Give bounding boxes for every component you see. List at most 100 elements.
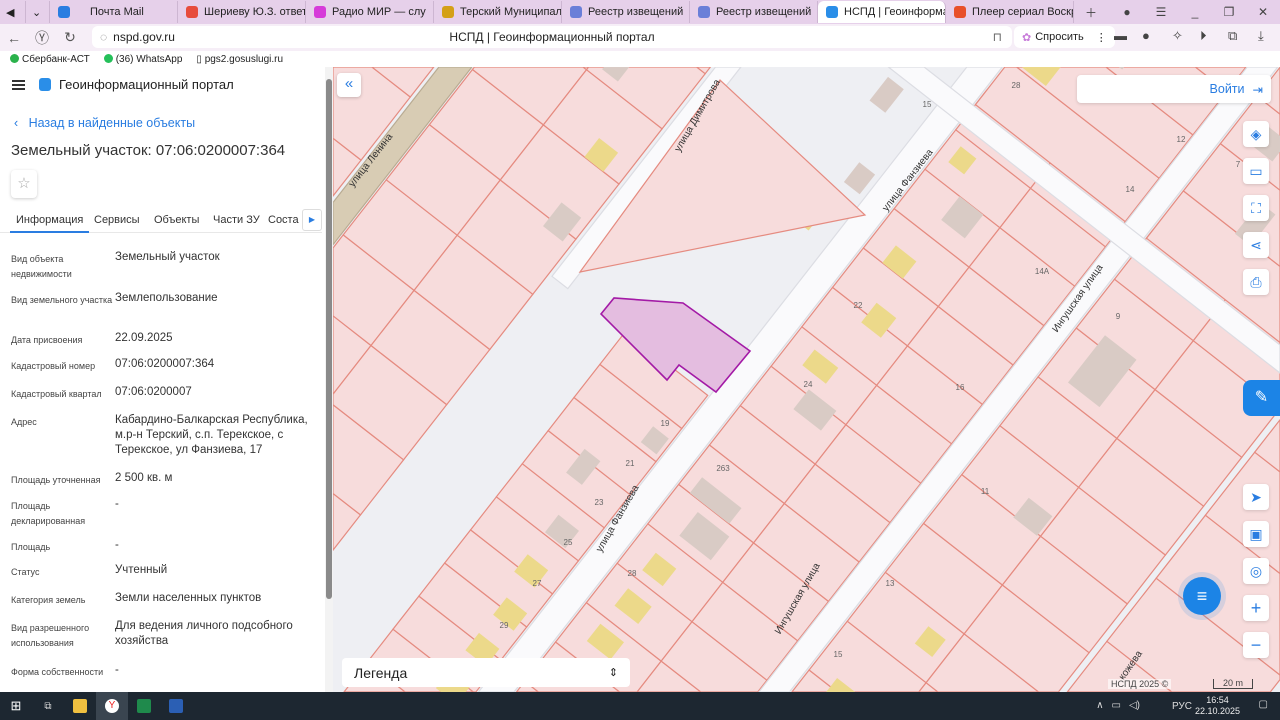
select-area-button[interactable]: ⛶ [1243, 195, 1269, 221]
excel-icon [137, 699, 151, 713]
media-icon[interactable]: ⏵ [1200, 28, 1207, 44]
field-row: Вид земельного участка Землепользование [11, 292, 218, 305]
print-icon: ⎙ [1250, 274, 1262, 290]
network-icon[interactable]: ▭ [1112, 700, 1121, 711]
tab-information[interactable]: Информация [10, 208, 90, 233]
browser-tab-bar: ◀ ⌄ Почта Mail Шериеву Ю.З. ответ на Рад… [0, 0, 1280, 24]
shield-icon: ◌ [100, 30, 108, 44]
info-tabs: Информация Сервисы Объекты Части ЗУ Сост… [0, 208, 322, 233]
browser-tab[interactable]: Почта Mail [50, 1, 178, 23]
favorite-star-icon[interactable]: ☆ [11, 170, 37, 198]
house-number: 14А [1035, 267, 1050, 276]
restore-button[interactable]: ❐ [1212, 5, 1246, 19]
locate-button[interactable]: ➤ [1243, 484, 1269, 510]
word-icon [169, 699, 183, 713]
collapse-panel-button[interactable]: « [337, 73, 361, 97]
house-number: 24 [804, 380, 813, 389]
reload-icon[interactable]: ↻ [56, 29, 84, 46]
tab-audio-icon[interactable]: ◀ [0, 1, 26, 23]
bookmark-icon[interactable]: ⊓ [993, 30, 1002, 44]
excel-button[interactable] [128, 692, 160, 720]
puzzle-icon[interactable]: ✧ [1172, 28, 1183, 44]
more-icon[interactable]: ⋮ [1096, 31, 1107, 44]
feedback-badge-icon[interactable]: ✎ [1243, 380, 1280, 416]
tab-services[interactable]: Сервисы [94, 208, 140, 233]
explorer-button[interactable] [64, 692, 96, 720]
new-tab-button[interactable]: ＋ [1074, 4, 1108, 21]
minimize-button[interactable]: _ [1178, 5, 1212, 19]
ask-button[interactable]: ✿ Спросить ⋮ [1014, 26, 1115, 48]
menu-icon[interactable]: ☰ [1144, 5, 1178, 19]
yandex-browser-icon: Y [105, 699, 119, 713]
scrollbar-thumb[interactable] [326, 79, 332, 599]
back-icon[interactable]: ← [0, 30, 28, 46]
language-indicator[interactable]: РУС [1172, 701, 1192, 712]
browser-tab[interactable]: Радио МИР — слу✕ [306, 1, 434, 23]
chat-button[interactable]: ≡ [1183, 577, 1221, 615]
attribution: НСПД 2025 © [1108, 679, 1172, 689]
field-row: Дата присвоения 22.09.2025 [11, 332, 173, 345]
nspd-icon [826, 6, 838, 18]
mail-icon [58, 6, 70, 18]
print-button[interactable]: ⎙ [1243, 269, 1269, 295]
close-window-button[interactable]: ✕ [1246, 5, 1280, 19]
house-number: 28 [1012, 81, 1021, 90]
pdf-icon [186, 6, 198, 18]
tab-list-chevron-icon[interactable]: ⌄ [26, 1, 50, 23]
browser-tab[interactable]: Шериеву Ю.З. ответ на [178, 1, 306, 23]
extension-icon[interactable]: ▬ [1114, 28, 1127, 43]
minimap-button[interactable]: ▣ [1243, 521, 1269, 547]
cadastral-map[interactable]: 15 28 12 7 14 14А 9 22 16 24 19 21 263 2… [333, 67, 1280, 692]
field-row: Площадь уточненная 2 500 кв. м [11, 472, 173, 485]
task-view-button[interactable]: ⧉ [32, 692, 64, 720]
page-title: Земельный участок: 07:06:0200007:364 [11, 142, 286, 159]
zoom-out-button[interactable]: − [1243, 632, 1269, 658]
sidebar-icon[interactable]: ⧉ [1228, 28, 1237, 44]
browser-tab[interactable]: Реестр извещений [690, 1, 818, 23]
browser-tab[interactable]: Плеер сериал Воскреси [946, 1, 1074, 23]
panel-header: Геоинформационный портал [12, 77, 234, 92]
expand-icon: ⇕ [608, 667, 618, 679]
house-number: 19 [661, 419, 670, 428]
login-button[interactable]: Войти ⇥ [1077, 75, 1271, 103]
bookmark-whatsapp[interactable]: (36) WhatsApp [103, 53, 182, 65]
tab-composition[interactable]: Соста [268, 208, 299, 233]
browser-tab[interactable]: Терский Муниципальны [434, 1, 562, 23]
notifications-icon[interactable]: ▢ [1259, 699, 1268, 710]
clock[interactable]: 16:54 22.10.2025 [1195, 695, 1240, 717]
emblem-icon [442, 6, 454, 18]
start-button[interactable]: ⊞ [0, 692, 32, 720]
browser-tab-active[interactable]: НСПД | Геоинформац✕ [818, 1, 946, 23]
tab-objects[interactable]: Объекты [154, 208, 199, 233]
panel-scrollbar[interactable] [325, 67, 333, 692]
share-button[interactable]: ⋖ [1243, 232, 1269, 258]
volume-icon[interactable]: ◁) [1129, 700, 1140, 711]
browser-tab[interactable]: Реестр извещений [562, 1, 690, 23]
ruler-button[interactable]: ▭ [1243, 158, 1269, 184]
download-icon[interactable]: ⤓ [1258, 28, 1264, 44]
tab-parts[interactable]: Части ЗУ [213, 208, 260, 233]
profile-icon[interactable]: ● [1110, 5, 1144, 19]
yandex-icon[interactable]: Ⓨ [28, 28, 56, 48]
menu-icon[interactable] [12, 79, 25, 90]
bookmark-gosuslugi[interactable]: ▯ pgs2.gosuslugi.ru [196, 54, 283, 65]
house-number: 16 [956, 383, 965, 392]
zoom-in-button[interactable]: + [1243, 595, 1269, 621]
layers-button[interactable]: ◈ [1243, 121, 1269, 147]
field-row: Кадастровый номер 07:06:0200007:364 [11, 358, 215, 371]
zoom-in-icon: + [1250, 598, 1262, 618]
bookmark-sberbank[interactable]: Сбербанк-АСТ [10, 53, 90, 65]
bookmarks-bar: Сбербанк-АСТ (36) WhatsApp ▯ pgs2.gosusl… [0, 51, 1280, 67]
alice-icon: ✿ [1022, 31, 1032, 44]
app-title[interactable]: Геоинформационный портал [39, 77, 234, 92]
tabs-next-button[interactable]: ▶ [302, 209, 322, 231]
map-view[interactable]: 15 28 12 7 14 14А 9 22 16 24 19 21 263 2… [333, 67, 1280, 692]
avatar-extension-icon[interactable]: ● [1142, 28, 1150, 43]
tray-chevron-icon[interactable]: ∧ [1096, 700, 1103, 711]
word-button[interactable] [160, 692, 192, 720]
geo-search-button[interactable]: ◎ [1243, 558, 1269, 584]
back-link[interactable]: ‹ Назад в найденные объекты [14, 116, 195, 130]
yandex-browser-button[interactable]: Y [96, 692, 128, 720]
url-field[interactable]: ◌ nspd.gov.ru НСПД | Геоинформационный п… [92, 26, 1012, 48]
legend-toggle[interactable]: Легенда ⇕ [342, 658, 630, 687]
